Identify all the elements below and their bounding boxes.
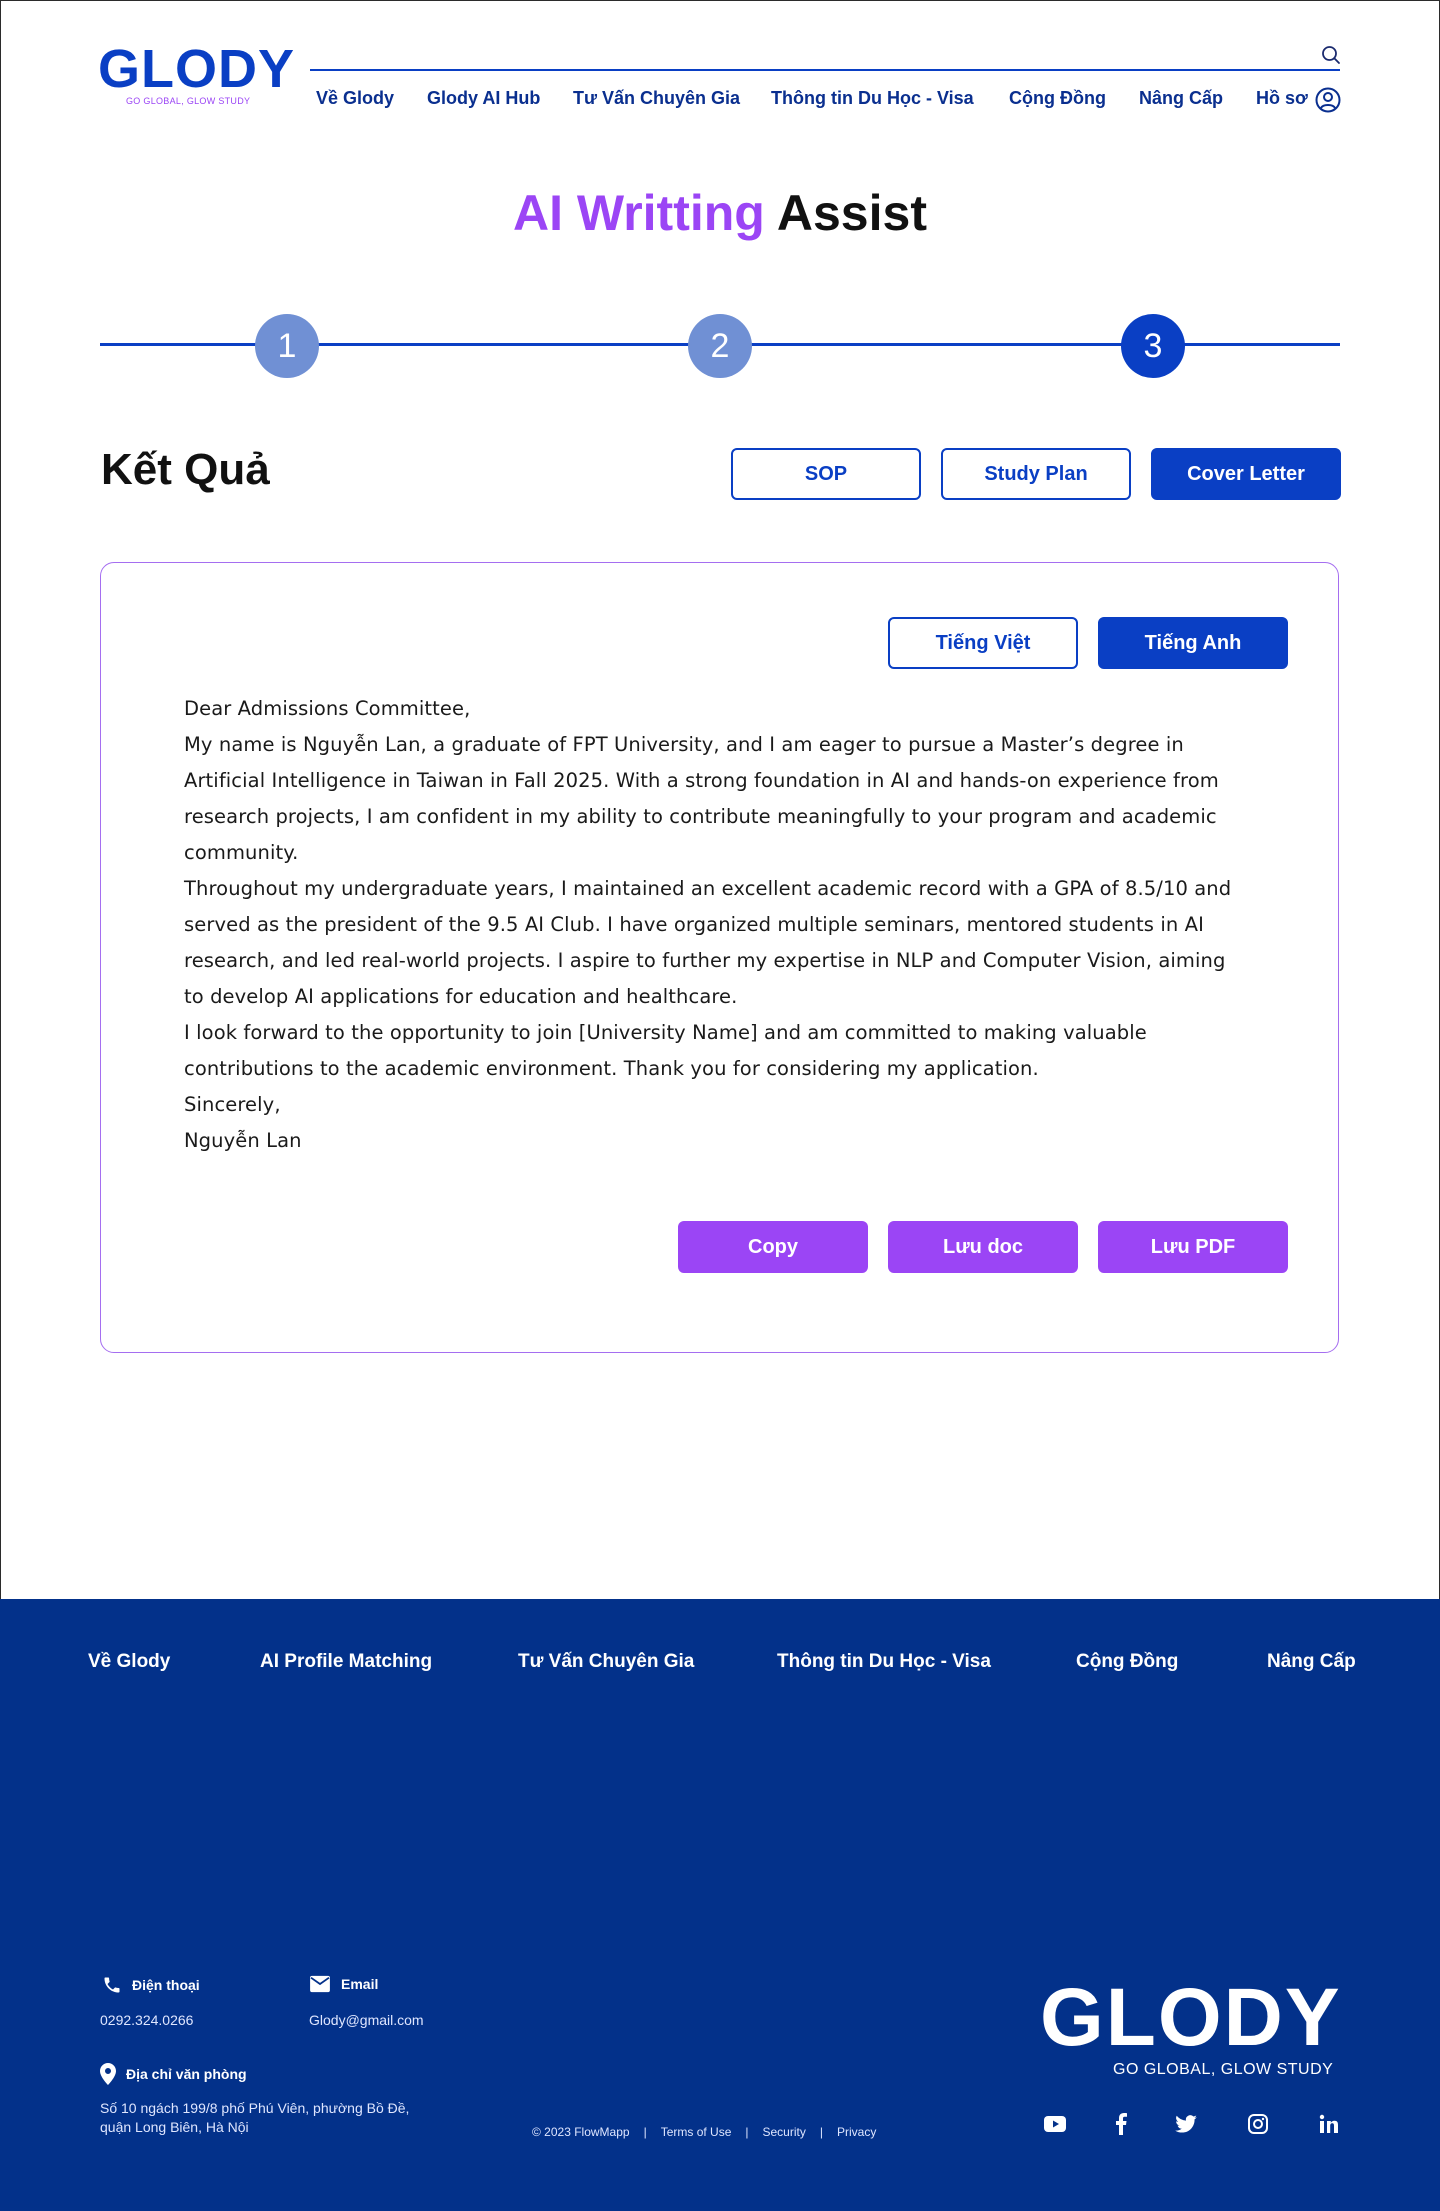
legal-row: © 2023 FlowMapp | Terms of Use | Securit… <box>532 2125 876 2139</box>
separator: | <box>819 2125 823 2139</box>
email-label-text: Email <box>341 1976 379 1992</box>
title-accent: AI Writting <box>513 185 765 241</box>
phone-label-text: Điện thoại <box>132 1977 200 1993</box>
address-label-text: Địa chỉ văn phòng <box>126 2066 247 2082</box>
security-link[interactable]: Security <box>763 2125 806 2139</box>
header-divider <box>310 69 1340 71</box>
footer-link-du-hoc-visa[interactable]: Thông tin Du Học - Visa <box>777 1651 991 1673</box>
tab-sop[interactable]: SOP <box>731 448 921 500</box>
privacy-link[interactable]: Privacy <box>837 2125 876 2139</box>
logo-wordmark: GLODY <box>98 39 296 99</box>
phone-label: Điện thoại <box>102 1975 200 1995</box>
result-heading: Kết Quả <box>101 445 270 494</box>
title-rest: Assist <box>776 185 927 241</box>
office-address: Số 10 ngách 199/8 phố Phú Viên, phường B… <box>100 2100 410 2135</box>
email-address[interactable]: Glody@gmail.com <box>309 2012 424 2028</box>
site-footer: Về Glody AI Profile Matching Tư Vấn Chuy… <box>0 1599 1440 2211</box>
footer-link-ai-profile[interactable]: AI Profile Matching <box>260 1651 432 1673</box>
separator: | <box>745 2125 749 2139</box>
phone-number[interactable]: 0292.324.0266 <box>100 2012 193 2028</box>
youtube-icon[interactable] <box>1043 2112 1067 2136</box>
letter-paragraph: Throughout my undergraduate years, I mai… <box>184 877 1232 1008</box>
lang-tab-tieng-anh[interactable]: Tiếng Anh <box>1098 617 1288 669</box>
copy-button[interactable]: Copy <box>678 1221 868 1273</box>
footer-link-tu-van[interactable]: Tư Vấn Chuyên Gia <box>518 1651 694 1673</box>
glody-logo[interactable]: GLODY GO GLOBAL, GLOW STUDY <box>98 39 296 112</box>
nav-item-cong-dong[interactable]: Cộng Đồng <box>1009 88 1106 109</box>
footer-logo[interactable]: GLODY GO GLOBAL, GLOW STUDY <box>1040 1977 1340 2087</box>
location-pin-icon <box>100 2063 116 2085</box>
step-2[interactable]: 2 <box>688 314 752 378</box>
facebook-icon[interactable] <box>1109 2112 1133 2136</box>
nav-item-nang-cap[interactable]: Nâng Cấp <box>1139 88 1223 109</box>
mail-icon <box>310 1975 330 1993</box>
result-card: Tiếng Việt Tiếng Anh Dear Admissions Com… <box>100 562 1339 1353</box>
twitter-icon[interactable] <box>1174 2112 1198 2136</box>
letter-body: Dear Admissions Committee, My name is Ng… <box>184 691 1244 1159</box>
step-1[interactable]: 1 <box>255 314 319 378</box>
page-title: AI Writting Assist <box>0 184 1440 242</box>
lang-tab-tieng-viet[interactable]: Tiếng Việt <box>888 617 1078 669</box>
linkedin-icon[interactable] <box>1317 2112 1341 2136</box>
letter-paragraph: Nguyễn Lan <box>184 1129 302 1152</box>
tab-study-plan[interactable]: Study Plan <box>941 448 1131 500</box>
logo-tagline: GO GLOBAL, GLOW STUDY <box>126 96 251 106</box>
footer-link-nang-cap[interactable]: Nâng Cấp <box>1267 1651 1356 1673</box>
step-3[interactable]: 3 <box>1121 314 1185 378</box>
nav-item-du-hoc-visa[interactable]: Thông tin Du Học - Visa <box>771 88 974 109</box>
footer-logo-tagline: GO GLOBAL, GLOW STUDY <box>1113 2061 1334 2078</box>
save-pdf-button[interactable]: Lưu PDF <box>1098 1221 1288 1273</box>
footer-link-cong-dong[interactable]: Cộng Đồng <box>1076 1651 1178 1673</box>
save-doc-button[interactable]: Lưu doc <box>888 1221 1078 1273</box>
search-icon[interactable] <box>1321 45 1341 65</box>
nav-item-ve-glody[interactable]: Về Glody <box>316 88 394 109</box>
letter-paragraph: I look forward to the opportunity to joi… <box>184 1021 1147 1080</box>
footer-link-ve-glody[interactable]: Về Glody <box>88 1651 170 1673</box>
nav-item-ho-so[interactable]: Hồ sơ <box>1256 88 1308 109</box>
user-avatar-icon[interactable] <box>1315 87 1341 113</box>
instagram-icon[interactable] <box>1246 2112 1270 2136</box>
letter-paragraph: My name is Nguyễn Lan, a graduate of FPT… <box>184 733 1219 864</box>
tab-cover-letter[interactable]: Cover Letter <box>1151 448 1341 500</box>
phone-icon <box>104 1977 120 1993</box>
footer-logo-wordmark: GLODY <box>1040 1972 1342 2063</box>
address-label: Địa chỉ văn phòng <box>100 2063 247 2085</box>
nav-item-tu-van[interactable]: Tư Vấn Chuyên Gia <box>573 88 740 109</box>
letter-paragraph: Dear Admissions Committee, <box>184 697 471 720</box>
separator: | <box>643 2125 647 2139</box>
letter-paragraph: Sincerely, <box>184 1093 281 1116</box>
nav-item-ai-hub[interactable]: Glody AI Hub <box>427 88 540 109</box>
email-label: Email <box>309 1975 378 1993</box>
terms-link[interactable]: Terms of Use <box>661 2125 732 2139</box>
copyright-text: © 2023 FlowMapp <box>532 2125 630 2139</box>
